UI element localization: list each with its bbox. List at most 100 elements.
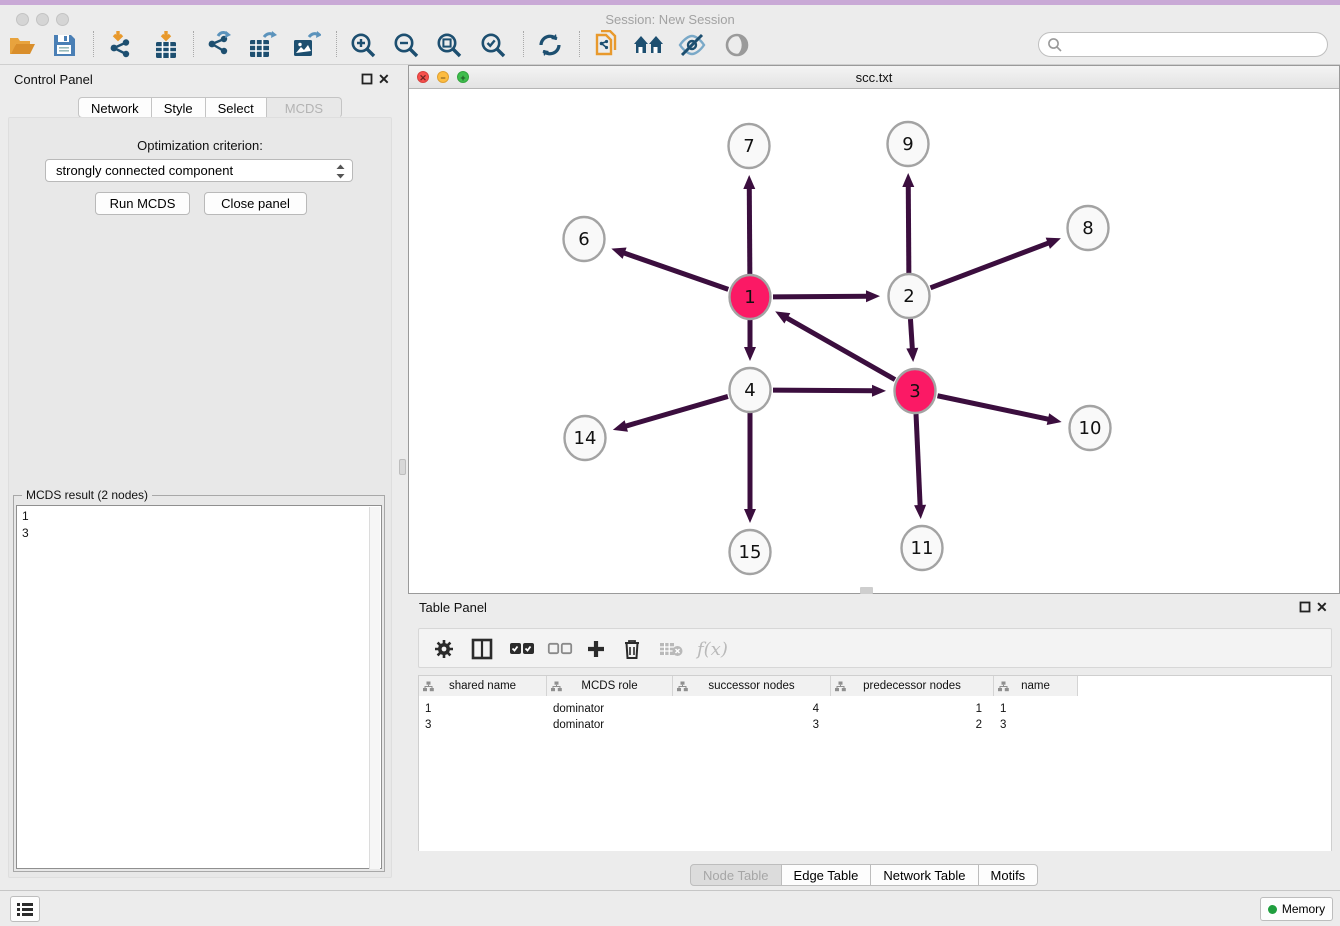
control-panel-close-icon[interactable]: ✕ (378, 71, 390, 88)
arrowhead-icon (872, 385, 886, 397)
export-network-icon[interactable] (203, 30, 235, 60)
graph-node-label: 2 (903, 286, 914, 307)
memory-label: Memory (1282, 902, 1325, 916)
tab-select[interactable]: Select (206, 97, 267, 118)
table-cell[interactable]: 3 (1000, 717, 1078, 733)
edge-1-7[interactable] (749, 187, 750, 274)
column-header-predecessor-nodes[interactable]: predecessor nodes (831, 676, 994, 696)
table-cell[interactable]: 1 (425, 701, 547, 717)
mcds-result-line: 1 (22, 508, 381, 525)
zoom-selected-icon[interactable] (477, 30, 509, 60)
arrowhead-icon (613, 420, 628, 432)
network-window: ✕ − + scc.txt 7968124314101511 (408, 65, 1340, 594)
export-table-icon[interactable] (246, 30, 278, 60)
search-box[interactable] (1038, 32, 1328, 57)
horizontal-splitter-grip[interactable] (860, 587, 873, 594)
column-label: successor nodes (708, 680, 794, 692)
tab-network[interactable]: Network (78, 97, 152, 118)
table-cell[interactable]: dominator (553, 701, 673, 717)
network-graph[interactable]: 7968124314101511 (409, 89, 1339, 593)
table-cell[interactable]: 1 (831, 701, 982, 717)
column-label: shared name (449, 680, 516, 692)
show-details-icon[interactable] (721, 30, 753, 60)
gear-icon[interactable] (434, 637, 454, 661)
control-panel-float-icon[interactable] (361, 73, 373, 85)
clone-network-icon[interactable] (589, 30, 621, 60)
node-table[interactable]: shared name MCDS role successor nodes prede… (418, 675, 1332, 851)
table-cell[interactable]: 3 (673, 717, 819, 733)
task-history-button[interactable] (10, 896, 40, 922)
column-type-icon (423, 681, 434, 692)
table-cell[interactable]: 1 (1000, 701, 1078, 717)
edge-3-1[interactable] (786, 317, 895, 379)
arrowhead-icon (1047, 413, 1062, 425)
vertical-splitter-grip[interactable] (399, 459, 406, 475)
graph-node-label: 14 (574, 428, 597, 449)
edge-2-3[interactable] (910, 319, 912, 350)
export-image-icon[interactable] (290, 30, 322, 60)
deselect-all-icon[interactable] (547, 637, 573, 661)
optimization-dropdown[interactable]: strongly connected component (45, 159, 353, 182)
edge-3-11[interactable] (916, 414, 920, 507)
import-network-icon[interactable] (105, 30, 137, 60)
save-icon[interactable] (48, 30, 80, 60)
arrowhead-icon (906, 348, 918, 362)
table-panel-float-icon[interactable] (1299, 601, 1311, 613)
tab-network-table[interactable]: Network Table (871, 864, 978, 886)
mcds-result-list[interactable]: 1 3 (16, 505, 382, 869)
tab-mcds[interactable]: MCDS (267, 97, 342, 118)
edge-1-6[interactable] (623, 253, 729, 290)
arrowhead-icon (1046, 238, 1061, 249)
network-window-titlebar[interactable]: ✕ − + scc.txt (409, 66, 1339, 89)
edge-4-14[interactable] (624, 396, 728, 426)
arrowhead-icon (914, 505, 926, 519)
hide-details-icon[interactable] (676, 30, 708, 60)
tab-style[interactable]: Style (152, 97, 206, 118)
search-icon (1047, 37, 1063, 53)
column-header-MCDS-role[interactable]: MCDS role (547, 676, 673, 696)
column-header-shared-name[interactable]: shared name (419, 676, 547, 696)
network-window-title: scc.txt (409, 70, 1339, 85)
mcds-panel: Optimization criterion: strongly connect… (8, 117, 392, 878)
table-cell[interactable]: 2 (831, 717, 982, 733)
edge-2-8[interactable] (931, 243, 1050, 288)
import-table-icon[interactable] (150, 30, 182, 60)
add-row-icon[interactable] (586, 637, 606, 661)
split-panel-icon[interactable] (471, 637, 493, 661)
column-header-name[interactable]: name (994, 676, 1078, 696)
close-panel-button[interactable]: Close panel (204, 192, 307, 215)
table-panel-close-icon[interactable]: ✕ (1316, 599, 1328, 616)
graph-node-label: 3 (909, 381, 920, 402)
mcds-result-groupbox: MCDS result (2 nodes) 1 3 (13, 495, 385, 872)
control-panel-tabs: Network Style Select MCDS (78, 97, 342, 118)
result-scrollbar[interactable] (369, 507, 380, 869)
column-header-successor-nodes[interactable]: successor nodes (673, 676, 831, 696)
run-mcds-button[interactable]: Run MCDS (95, 192, 190, 215)
graph-node-label: 4 (744, 380, 755, 401)
table-cell[interactable]: 4 (673, 701, 819, 717)
tab-motifs[interactable]: Motifs (979, 864, 1039, 886)
open-folder-icon[interactable] (6, 30, 38, 60)
tab-edge-table[interactable]: Edge Table (782, 864, 872, 886)
edge-1-2[interactable] (773, 296, 868, 297)
table-cell[interactable]: dominator (553, 717, 673, 733)
delete-table-icon (659, 637, 683, 661)
zoom-out-icon[interactable] (390, 30, 422, 60)
delete-row-icon[interactable] (623, 637, 641, 661)
memory-button[interactable]: Memory (1260, 897, 1333, 921)
home-icon[interactable] (633, 30, 665, 60)
select-all-icon[interactable] (509, 637, 535, 661)
zoom-in-icon[interactable] (347, 30, 379, 60)
edge-2-9[interactable] (908, 185, 909, 273)
edge-3-10[interactable] (938, 396, 1050, 420)
column-type-icon (551, 681, 562, 692)
table-cell[interactable]: 3 (425, 717, 547, 733)
window-title: Session: New Session (0, 12, 1340, 27)
zoom-fit-icon[interactable] (433, 30, 465, 60)
search-input[interactable] (1063, 37, 1327, 52)
tab-node-table[interactable]: Node Table (690, 864, 782, 886)
toolbar-separator (523, 31, 524, 57)
edge-4-3[interactable] (773, 390, 874, 391)
refresh-icon[interactable] (534, 30, 566, 60)
network-canvas[interactable]: 7968124314101511 (409, 89, 1339, 593)
